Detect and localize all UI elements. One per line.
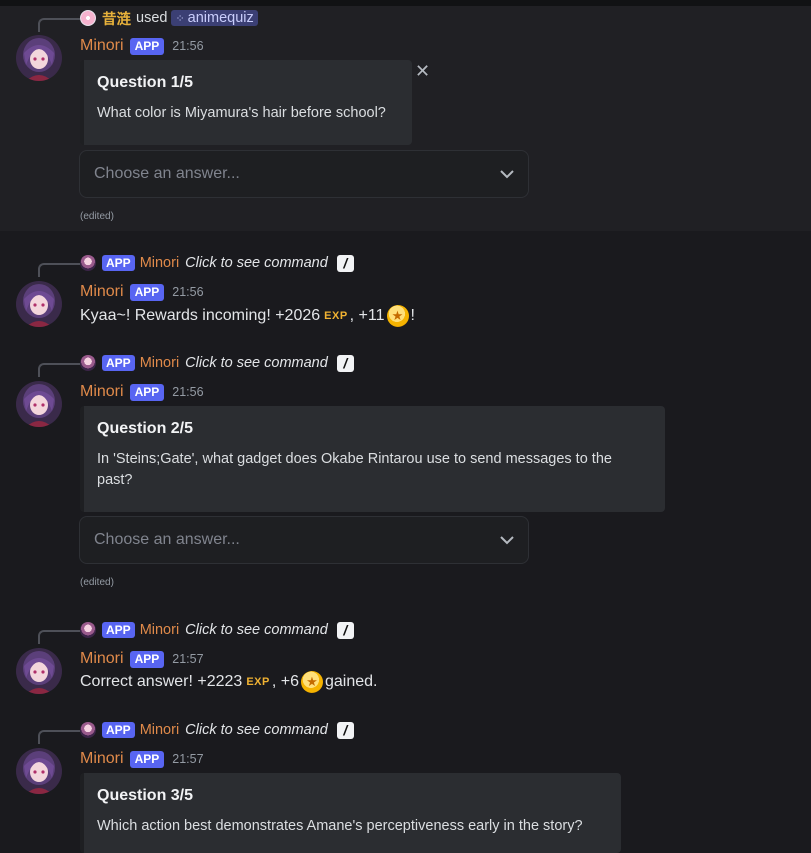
slash-command-icon: / <box>336 354 354 372</box>
command-reply-bar[interactable]: 昔涟 used ⁘ animequiz <box>80 8 258 29</box>
content-text: , +11 <box>349 307 385 324</box>
reply-connector <box>38 18 80 32</box>
answer-select[interactable]: Choose an answer... <box>79 150 529 198</box>
reply-connector <box>38 363 80 377</box>
timestamp[interactable]: 21:56 <box>172 39 203 53</box>
timestamp[interactable]: 21:56 <box>172 285 203 299</box>
question-embed: Question 3/5 Which action best demonstra… <box>80 773 621 853</box>
bot-avatar[interactable] <box>16 35 62 81</box>
bot-avatar-small <box>80 355 96 371</box>
message-content: Correct answer! +2223 EXP , +6 ★ gained. <box>80 670 377 694</box>
content-text: gained. <box>324 673 378 690</box>
command-mention[interactable]: ⁘ animequiz <box>171 10 258 26</box>
command-name: animequiz <box>187 10 254 26</box>
invoker-name[interactable]: 昔涟 <box>102 8 131 29</box>
bot-avatar-small <box>80 255 96 271</box>
click-to-see-command[interactable]: Click to see command <box>185 622 328 638</box>
click-to-see-command[interactable]: Click to see command <box>185 355 328 371</box>
app-badge: APP <box>129 283 165 301</box>
bot-avatar-small <box>80 622 96 638</box>
slash-command-icon: / <box>336 621 354 639</box>
embed-title: Question 1/5 <box>97 74 194 91</box>
embed-description: What color is Miyamura's hair before sch… <box>97 105 386 121</box>
message-header: Minori APP 21:56 <box>80 382 204 402</box>
click-to-see-command[interactable]: Click to see command <box>185 255 328 271</box>
command-reply-bar[interactable]: APP Minori Click to see command / <box>80 721 354 739</box>
bot-avatar[interactable] <box>16 748 62 794</box>
app-badge: APP <box>102 255 135 271</box>
bot-name[interactable]: Minori <box>80 383 124 401</box>
select-placeholder: Choose an answer... <box>94 531 240 548</box>
command-reply-bar[interactable]: APP Minori Click to see command / <box>80 354 354 372</box>
app-badge: APP <box>102 622 135 638</box>
bot-name[interactable]: Minori <box>140 622 179 638</box>
used-label: used <box>136 10 168 26</box>
content-text: , +6 <box>271 673 299 690</box>
content-text: ! <box>410 307 415 324</box>
exp-label: EXP <box>246 676 270 688</box>
app-badge: APP <box>102 355 135 371</box>
bot-name[interactable]: Minori <box>140 722 179 738</box>
embed-description: Which action best demonstrates Amane's p… <box>97 818 583 834</box>
reply-connector <box>38 263 80 277</box>
bot-name[interactable]: Minori <box>140 355 179 371</box>
bot-name[interactable]: Minori <box>80 650 124 668</box>
app-command-icon: ⁘ <box>175 12 185 25</box>
bot-name[interactable]: Minori <box>140 255 179 271</box>
bot-name[interactable]: Minori <box>80 37 124 55</box>
app-badge: APP <box>129 37 165 55</box>
question-embed: Question 1/5 What color is Miyamura's ha… <box>80 60 412 145</box>
app-badge: APP <box>102 722 135 738</box>
edited-label: (edited) <box>80 211 114 222</box>
chevron-down-icon <box>500 166 514 182</box>
timestamp[interactable]: 21:57 <box>172 752 203 766</box>
close-icon[interactable]: ✕ <box>415 62 430 80</box>
app-badge: APP <box>129 383 165 401</box>
bot-avatar[interactable] <box>16 381 62 427</box>
content-text: Correct answer! +2223 <box>80 673 243 690</box>
coin-icon: ★ <box>300 671 323 693</box>
chevron-down-icon <box>500 532 514 548</box>
app-badge: APP <box>129 650 165 668</box>
embed-description: In 'Steins;Gate', what gadget does Okabe… <box>97 451 612 488</box>
answer-select[interactable]: Choose an answer... <box>79 516 529 564</box>
bot-name[interactable]: Minori <box>80 283 124 301</box>
click-to-see-command[interactable]: Click to see command <box>185 722 328 738</box>
app-badge: APP <box>129 750 165 768</box>
timestamp[interactable]: 21:56 <box>172 385 203 399</box>
message-content: Kyaa~! Rewards incoming! +2026 EXP , +11… <box>80 304 415 328</box>
message-header: Minori APP 21:56 <box>80 36 204 56</box>
timestamp[interactable]: 21:57 <box>172 652 203 666</box>
bot-name[interactable]: Minori <box>80 750 124 768</box>
command-reply-bar[interactable]: APP Minori Click to see command / <box>80 621 354 639</box>
message-header: Minori APP 21:56 <box>80 282 204 302</box>
exp-label: EXP <box>324 310 348 322</box>
command-reply-bar[interactable]: APP Minori Click to see command / <box>80 254 354 272</box>
select-placeholder: Choose an answer... <box>94 165 240 182</box>
message-header: Minori APP 21:57 <box>80 649 204 669</box>
embed-title: Question 2/5 <box>97 420 194 437</box>
slash-command-icon: / <box>336 721 354 739</box>
embed-title: Question 3/5 <box>97 787 194 804</box>
message-header: Minori APP 21:57 <box>80 749 204 769</box>
bot-avatar-small <box>80 722 96 738</box>
bot-avatar[interactable] <box>16 281 62 327</box>
coin-icon: ★ <box>386 305 409 327</box>
bot-avatar[interactable] <box>16 648 62 694</box>
user-avatar-small <box>80 10 96 26</box>
content-text: Kyaa~! Rewards incoming! +2026 <box>80 307 321 324</box>
question-embed: Question 2/5 In 'Steins;Gate', what gadg… <box>80 406 665 512</box>
reply-connector <box>38 730 80 744</box>
edited-label: (edited) <box>80 577 114 588</box>
slash-command-icon: / <box>336 254 354 272</box>
reply-connector <box>38 630 80 644</box>
